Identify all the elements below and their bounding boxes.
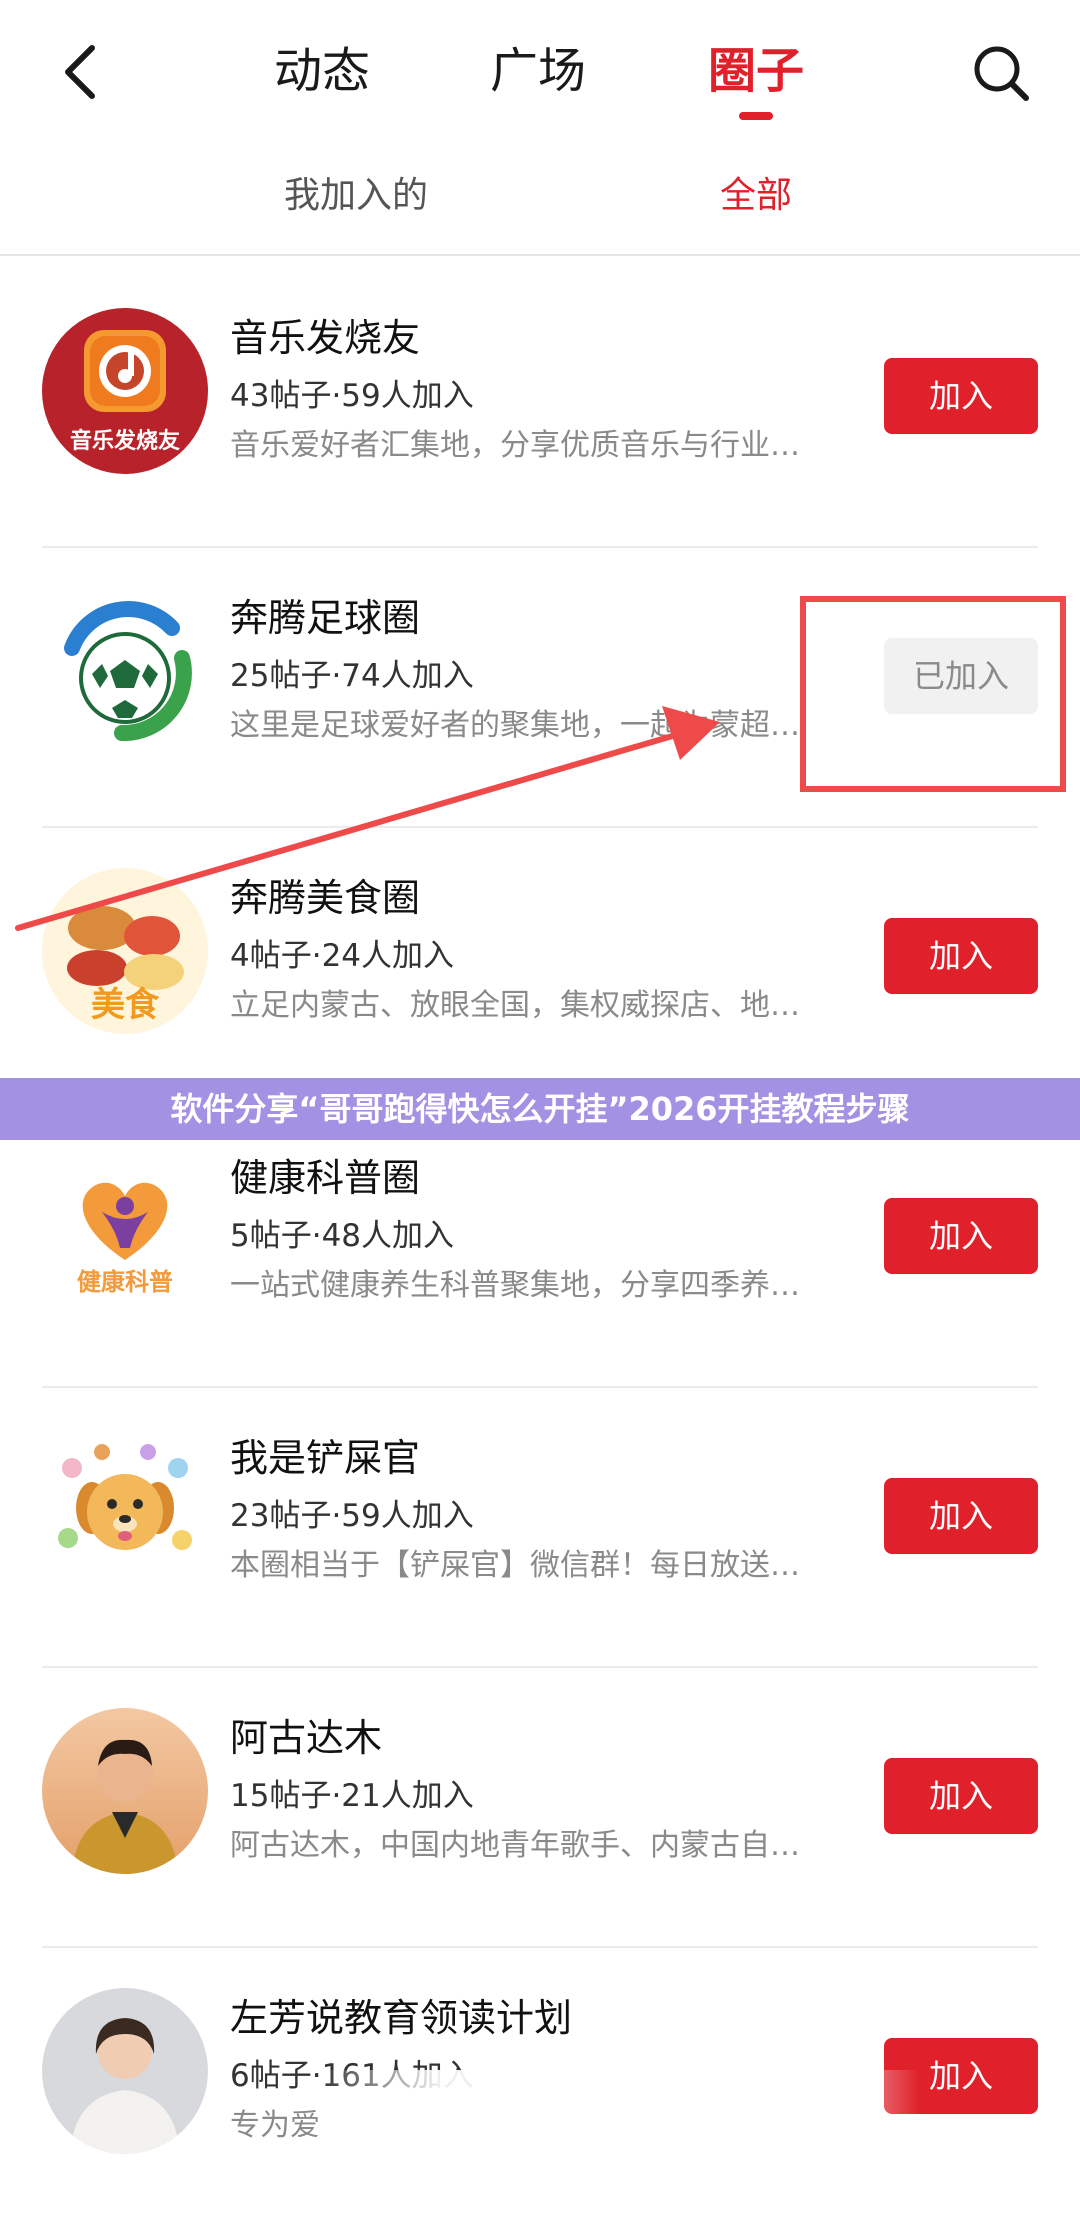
list-item-football[interactable]: 奔腾足球圈 25帖子·74人加入 这里是足球爱好者的聚集地，一起为蒙超… 已加入 bbox=[0, 548, 1080, 828]
join-button[interactable]: 加入 bbox=[884, 1758, 1038, 1834]
item-stats: 4帖子·24人加入 bbox=[230, 938, 455, 974]
joined-button[interactable]: 已加入 bbox=[884, 638, 1038, 714]
tab-guangchang[interactable]: 广场 bbox=[490, 36, 586, 106]
tab-dongtai[interactable]: 动态 bbox=[274, 36, 370, 106]
item-title: 左芳说教育领读计划 bbox=[230, 1996, 573, 2040]
join-button[interactable]: 加入 bbox=[884, 1478, 1038, 1554]
subtab-divider bbox=[0, 254, 1080, 256]
health-heart-icon: 健康科普 bbox=[42, 1148, 208, 1314]
item-stats: 25帖子·74人加入 bbox=[230, 658, 474, 694]
avatar-person-singer bbox=[42, 1708, 208, 1874]
dog-icon bbox=[42, 1428, 208, 1594]
tab-quanzi[interactable]: 圈子 bbox=[708, 36, 804, 106]
search-icon bbox=[974, 46, 1029, 101]
item-stats: 6帖子·161人加入 bbox=[230, 2058, 474, 2094]
top-nav: 动态 广场 圈子 bbox=[0, 0, 1080, 150]
item-title: 阿古达木 bbox=[230, 1716, 383, 1760]
list-item-health[interactable]: 健康科普 健康科普圈 5帖子·48人加入 一站式健康养生科普聚集地，分享四季养…… bbox=[0, 1108, 1080, 1388]
list-item-education[interactable]: 左芳说教育领读计划 6帖子·161人加入 专为爱 加入 bbox=[0, 1948, 1080, 2228]
item-description: 音乐爱好者汇集地，分享优质音乐与行业… bbox=[230, 428, 800, 463]
list-item-music[interactable]: 音乐发烧友 音乐发烧友 43帖子·59人加入 音乐爱好者汇集地，分享优质音乐与行… bbox=[0, 268, 1080, 548]
item-description: 专为爱 bbox=[230, 2108, 320, 2143]
item-title: 音乐发烧友 bbox=[230, 316, 421, 360]
item-stats: 23帖子·59人加入 bbox=[230, 1498, 474, 1534]
svg-text:美食: 美食 bbox=[91, 985, 160, 1025]
search-button[interactable] bbox=[968, 40, 1034, 106]
item-stats: 5帖子·48人加入 bbox=[230, 1218, 455, 1254]
item-description: 阿古达木，中国内地青年歌手、内蒙古自… bbox=[230, 1828, 800, 1863]
list-item-food[interactable]: 美食 奔腾美食圈 4帖子·24人加入 立足内蒙古、放眼全国，集权威探店、地… 加… bbox=[0, 828, 1080, 1108]
item-description: 立足内蒙古、放眼全国，集权威探店、地… bbox=[230, 988, 800, 1023]
avatar-person-educator bbox=[42, 1988, 208, 2154]
promo-banner: 软件分享“哥哥跑得快怎么开挂”2026开挂教程步骤 bbox=[0, 1078, 1080, 1140]
subtab-all[interactable]: 全部 bbox=[720, 166, 792, 226]
item-description: 一站式健康养生科普聚集地，分享四季养… bbox=[230, 1268, 800, 1303]
music-note-icon: 音乐发烧友 bbox=[42, 308, 208, 474]
join-button[interactable]: 加入 bbox=[884, 358, 1038, 434]
join-button[interactable]: 加入 bbox=[884, 918, 1038, 994]
join-button[interactable]: 加入 bbox=[884, 2038, 1038, 2114]
item-description: 这里是足球爱好者的聚集地，一起为蒙超… bbox=[230, 708, 800, 743]
chevron-left-icon bbox=[65, 45, 95, 99]
list-item-singer[interactable]: 阿古达木 15帖子·21人加入 阿古达木，中国内地青年歌手、内蒙古自… 加入 bbox=[0, 1668, 1080, 1948]
svg-text:音乐发烧友: 音乐发烧友 bbox=[70, 428, 180, 454]
person-avatar-icon bbox=[42, 1988, 208, 2154]
subtab-joined[interactable]: 我加入的 bbox=[284, 166, 428, 226]
food-icon: 美食 bbox=[42, 868, 208, 1034]
football-icon bbox=[42, 588, 208, 754]
person-avatar-icon bbox=[42, 1708, 208, 1874]
avatar-pets bbox=[42, 1428, 208, 1594]
item-title: 奔腾足球圈 bbox=[230, 596, 421, 640]
item-title: 我是铲屎官 bbox=[230, 1436, 421, 1480]
back-button[interactable] bbox=[50, 38, 110, 106]
item-description: 本圈相当于【铲屎官】微信群！每日放送… bbox=[230, 1548, 800, 1583]
item-title: 奔腾美食圈 bbox=[230, 876, 421, 920]
join-button[interactable]: 加入 bbox=[884, 1198, 1038, 1274]
item-stats: 43帖子·59人加入 bbox=[230, 378, 474, 414]
item-stats: 15帖子·21人加入 bbox=[230, 1778, 474, 1814]
avatar-football bbox=[42, 588, 208, 754]
svg-text:健康科普: 健康科普 bbox=[77, 1268, 173, 1296]
avatar-food: 美食 bbox=[42, 868, 208, 1034]
active-tab-indicator bbox=[739, 112, 773, 120]
avatar-health: 健康科普 bbox=[42, 1148, 208, 1314]
avatar-music: 音乐发烧友 bbox=[42, 308, 208, 474]
item-title: 健康科普圈 bbox=[230, 1156, 421, 1200]
list-item-pets[interactable]: 我是铲屎官 23帖子·59人加入 本圈相当于【铲屎官】微信群！每日放送… 加入 bbox=[0, 1388, 1080, 1668]
